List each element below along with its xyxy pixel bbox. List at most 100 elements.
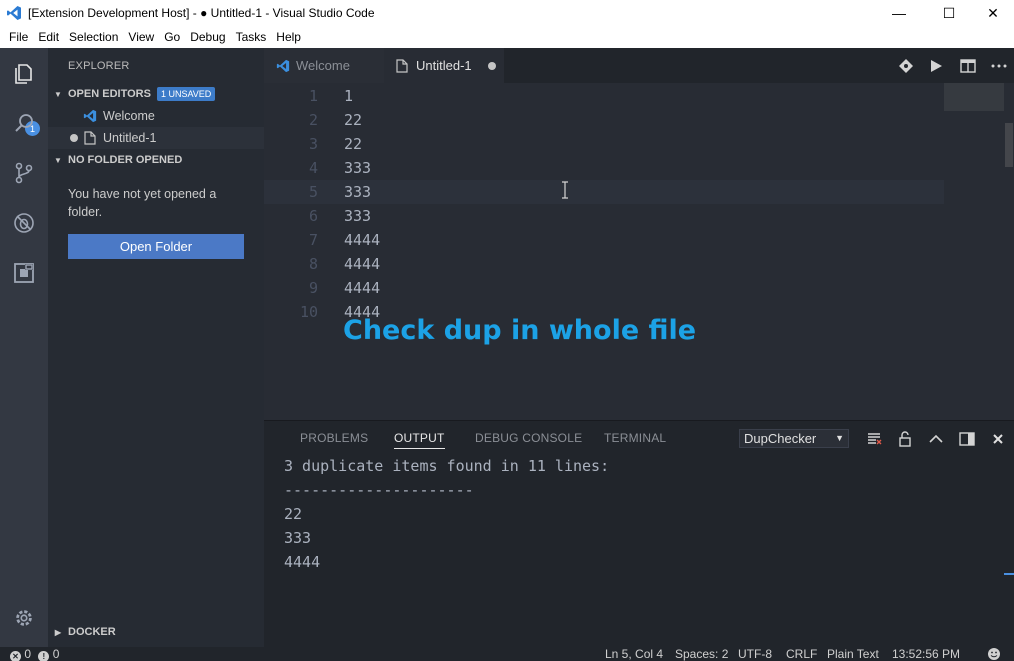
minimap-slider[interactable] — [944, 83, 1004, 111]
chevron-right-icon: ▶ — [54, 627, 62, 637]
line-content[interactable]: 4444 — [344, 276, 380, 300]
source-control-icon[interactable] — [8, 157, 40, 189]
open-editor-welcome[interactable]: Welcome — [48, 105, 264, 127]
title-bar: [Extension Development Host] - ● Untitle… — [0, 0, 1014, 26]
feedback-button[interactable] — [987, 647, 1001, 661]
menu-edit[interactable]: Edit — [33, 30, 64, 44]
line-number: 4 — [308, 159, 318, 177]
line-content[interactable]: 4444 — [344, 252, 380, 276]
more-actions-button[interactable] — [989, 56, 1009, 76]
status-bar: ✕ 0 ! 0 Ln 5, Col 4 Spaces: 2 UTF-8 CRLF… — [0, 647, 1014, 661]
bottom-panel: PROBLEMS OUTPUT DEBUG CONSOLE TERMINAL D… — [264, 420, 1014, 647]
line-content[interactable]: 1 — [344, 84, 353, 108]
clear-output-button[interactable] — [864, 429, 884, 449]
line-content[interactable]: 22 — [344, 132, 362, 156]
close-icon: ✕ — [987, 4, 999, 21]
tab-debug-console[interactable]: DEBUG CONSOLE — [475, 431, 582, 445]
tab-terminal[interactable]: TERMINAL — [604, 431, 666, 445]
minimize-icon: — — [892, 5, 906, 21]
window-title: [Extension Development Host] - ● Untitle… — [28, 6, 375, 20]
no-folder-label: NO FOLDER OPENED — [68, 154, 183, 166]
files-icon[interactable] — [8, 58, 40, 90]
maximize-panel-button[interactable] — [926, 429, 946, 449]
close-panel-button[interactable] — [988, 429, 1008, 449]
editor-scrollbar[interactable] — [1005, 123, 1013, 167]
encoding-status[interactable]: UTF-8 — [738, 647, 772, 661]
open-editors-header[interactable]: ▼ OPEN EDITORS 1 UNSAVED — [48, 83, 264, 105]
output-line: 3 duplicate items found in 11 lines: — [284, 457, 610, 475]
menu-debug[interactable]: Debug — [185, 30, 230, 44]
output-channel-value: DupChecker — [744, 431, 817, 446]
tab-label: Welcome — [296, 58, 350, 73]
editor-line[interactable]: 9 4444 — [264, 276, 944, 300]
git-compare-icon — [899, 59, 913, 73]
menu-go[interactable]: Go — [159, 30, 185, 44]
editor-tab-bar: Welcome Untitled-1 — [264, 48, 1014, 83]
toggle-panel-position-button[interactable] — [957, 429, 977, 449]
menu-tasks[interactable]: Tasks — [231, 30, 272, 44]
line-number: 9 — [308, 279, 318, 297]
tab-welcome[interactable]: Welcome — [264, 48, 384, 83]
problems-status[interactable]: ✕ 0 ! 0 — [10, 647, 59, 661]
tab-problems[interactable]: PROBLEMS — [300, 431, 368, 445]
lock-icon — [899, 431, 911, 447]
warning-icon: ! — [38, 651, 50, 661]
docker-header[interactable]: ▶ DOCKER — [48, 621, 264, 643]
indentation-status[interactable]: Spaces: 2 — [675, 647, 728, 661]
file-icon — [84, 131, 96, 145]
chevron-down-icon: ▼ — [835, 433, 844, 443]
eol-status[interactable]: CRLF — [786, 647, 817, 661]
editor-line[interactable]: 2 22 — [264, 108, 944, 132]
editor-line[interactable]: 8 4444 — [264, 252, 944, 276]
scroll-lock-button[interactable] — [895, 429, 915, 449]
maximize-icon: ☐ — [942, 4, 956, 21]
line-number: 2 — [308, 111, 318, 129]
output-channel-select[interactable]: DupChecker ▼ — [739, 429, 849, 448]
run-button[interactable] — [926, 56, 946, 76]
smiley-icon — [988, 648, 1000, 660]
open-editor-label: Untitled-1 — [103, 131, 157, 145]
dirty-dot-icon[interactable] — [487, 61, 496, 70]
tab-output[interactable]: OUTPUT — [394, 431, 445, 449]
split-editor-button[interactable] — [958, 56, 978, 76]
menu-help[interactable]: Help — [271, 30, 306, 44]
ellipsis-icon — [991, 64, 1007, 68]
no-folder-header[interactable]: ▼ NO FOLDER OPENED — [48, 149, 264, 171]
output-line: --------------------- — [284, 481, 474, 499]
open-editor-untitled[interactable]: Untitled-1 — [48, 127, 264, 149]
code-editor[interactable]: 1 1 2 22 3 22 4 333 5 333 6 333 7 4444 8 4444 9 4444 10 444… — [264, 83, 1014, 420]
cursor-position[interactable]: Ln 5, Col 4 — [605, 647, 663, 661]
editor-line[interactable]: 11 — [264, 84, 944, 108]
open-editor-label: Welcome — [103, 109, 155, 123]
line-content[interactable]: 22 — [344, 108, 362, 132]
close-window-button[interactable]: ✕ — [970, 0, 1014, 26]
clear-output-icon — [868, 433, 882, 445]
menu-file[interactable]: File — [4, 30, 33, 44]
minimize-button[interactable]: — — [876, 0, 922, 26]
language-mode[interactable]: Plain Text — [827, 647, 879, 661]
maximize-button[interactable]: ☐ — [926, 0, 972, 26]
line-number: 3 — [308, 135, 318, 153]
editor-line[interactable]: 4 333 — [264, 156, 944, 180]
panel-layout-icon — [959, 432, 975, 446]
open-changes-button[interactable] — [896, 56, 916, 76]
editor-line[interactable]: 5 333 — [264, 180, 944, 204]
menu-selection[interactable]: Selection — [64, 30, 123, 44]
editor-line[interactable]: 3 22 — [264, 132, 944, 156]
line-content[interactable]: 333 — [344, 204, 371, 228]
editor-line[interactable]: 6 333 — [264, 204, 944, 228]
search-icon[interactable] — [8, 107, 40, 139]
line-number: 6 — [308, 207, 318, 225]
extensions-icon[interactable] — [8, 257, 40, 289]
split-editor-icon — [960, 59, 976, 73]
dirty-dot-icon[interactable] — [70, 134, 78, 142]
tab-untitled-1[interactable]: Untitled-1 — [384, 48, 504, 83]
gear-icon[interactable] — [8, 602, 40, 634]
line-content[interactable]: 333 — [344, 156, 371, 180]
debug-icon[interactable] — [8, 207, 40, 239]
line-content[interactable]: 4444 — [344, 228, 380, 252]
open-folder-button[interactable]: Open Folder — [68, 234, 244, 259]
menu-view[interactable]: View — [123, 30, 159, 44]
editor-line[interactable]: 7 4444 — [264, 228, 944, 252]
line-content[interactable]: 333 — [344, 180, 371, 204]
